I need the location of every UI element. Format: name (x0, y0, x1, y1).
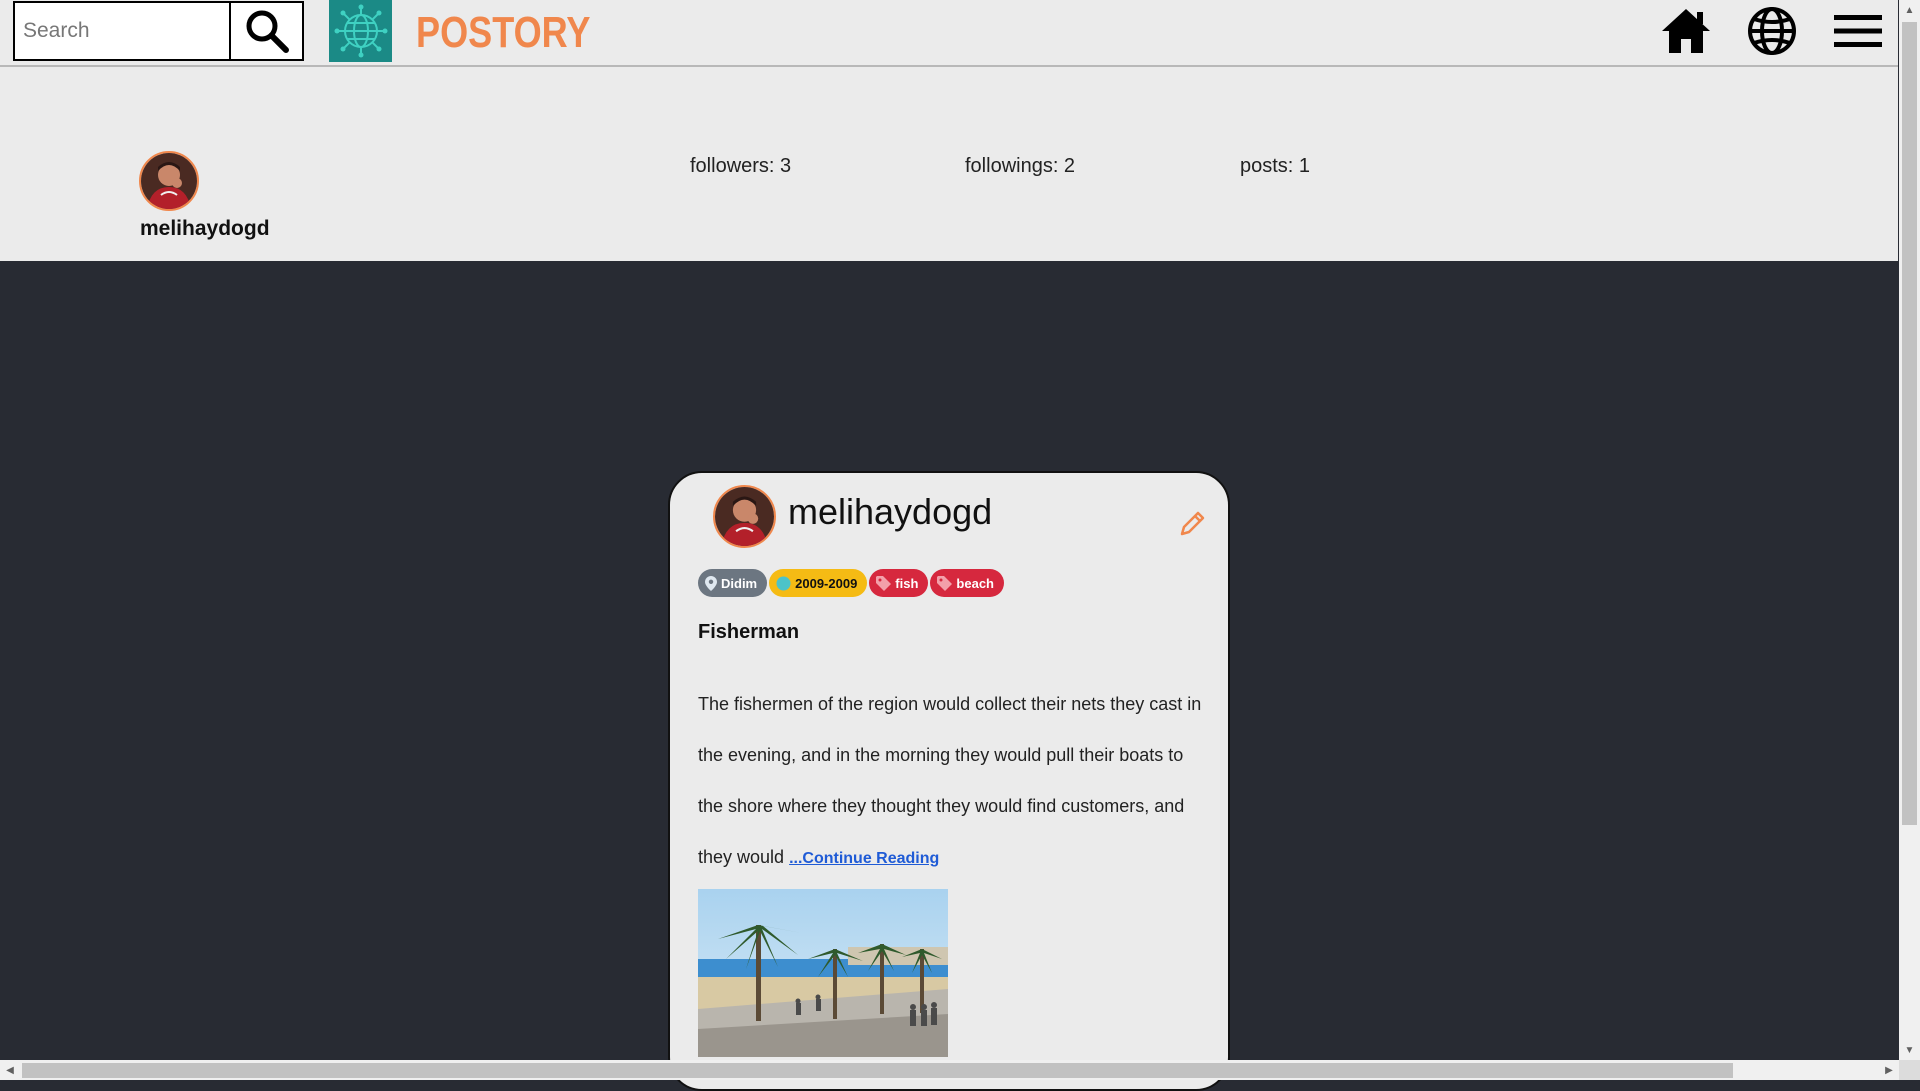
location-tag[interactable]: Didim (698, 569, 768, 597)
post-body: The fishermen of the region would collec… (698, 679, 1208, 884)
tag-fish[interactable]: fish (869, 569, 929, 597)
profile-header: melihaydogd followers: 3 followings: 2 p… (0, 67, 1898, 261)
edit-post-button[interactable] (1178, 508, 1208, 538)
location-tag-label: Didim (721, 575, 758, 591)
post-image[interactable] (698, 889, 948, 1057)
explore-button[interactable] (1744, 3, 1800, 59)
tag-icon (876, 575, 892, 591)
vertical-scrollbar[interactable]: ▲ ▼ (1899, 0, 1920, 1060)
date-tag[interactable]: 2009-2009 (769, 569, 868, 597)
posts-count[interactable]: posts: 1 (1240, 155, 1310, 178)
vertical-scroll-thumb[interactable] (1902, 22, 1917, 825)
date-tag-label: 2009-2009 (795, 575, 858, 591)
beach-photo (698, 889, 948, 1057)
map-pin-icon (705, 575, 717, 591)
profile-username: melihaydogd (140, 217, 270, 240)
globe-icon (1748, 7, 1796, 55)
tag-fish-label: fish (895, 575, 919, 591)
scroll-right-arrow-icon[interactable]: ▶ (1879, 1060, 1899, 1080)
tag-icon (937, 575, 953, 591)
brand-name[interactable]: POSTORY (416, 8, 590, 58)
continue-reading-link[interactable]: ...Continue Reading (789, 850, 939, 867)
search-input[interactable] (13, 1, 231, 61)
search-icon (246, 10, 289, 53)
scroll-left-arrow-icon[interactable]: ◀ (0, 1060, 20, 1080)
post-body-text: The fishermen of the region would collec… (698, 694, 1202, 867)
home-button[interactable] (1658, 3, 1714, 59)
menu-icon (1834, 15, 1882, 47)
scrollbar-corner (1899, 1060, 1920, 1080)
tag-beach[interactable]: beach (930, 569, 1004, 597)
search-button[interactable] (231, 1, 304, 61)
post-tags: Didim 2009-2009 fish beach (698, 569, 1004, 597)
avatar[interactable] (139, 151, 199, 211)
horizontal-scroll-thumb[interactable] (22, 1063, 1733, 1078)
scroll-down-arrow-icon[interactable]: ▼ (1899, 1040, 1920, 1060)
avatar-image (141, 153, 197, 209)
post-author-avatar[interactable] (713, 485, 776, 548)
avatar-image (715, 487, 774, 546)
horizontal-scrollbar[interactable]: ◀ ▶ (0, 1060, 1899, 1080)
tag-beach-label: beach (956, 575, 994, 591)
app-logo[interactable] (329, 0, 392, 62)
top-navbar: POSTORY (0, 0, 1898, 67)
followers-count[interactable]: followers: 3 (690, 155, 791, 178)
globe-logo-icon (334, 4, 387, 58)
pencil-icon (1180, 511, 1205, 536)
post-title[interactable]: Fisherman (698, 621, 799, 644)
followings-count[interactable]: followings: 2 (965, 155, 1075, 178)
menu-button[interactable] (1830, 3, 1886, 59)
post-author-username[interactable]: melihaydogd (788, 491, 992, 533)
scroll-up-arrow-icon[interactable]: ▲ (1899, 0, 1920, 20)
post-card: melihaydogd Didim 2009-2009 fish beach F… (668, 471, 1230, 1091)
clock-icon (776, 576, 791, 591)
home-icon (1662, 9, 1710, 53)
